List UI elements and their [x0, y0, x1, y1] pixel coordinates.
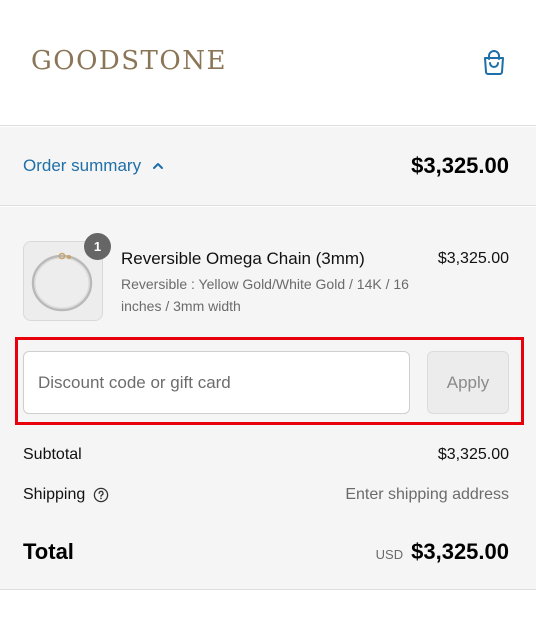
summary-total-price: $3,325.00 [411, 153, 509, 178]
product-name: Reversible Omega Chain (3mm) [121, 249, 365, 268]
total-amount: USD $3,325.00 [376, 535, 509, 569]
shipping-value: Enter shipping address [345, 486, 509, 503]
shipping-label-row: Shipping [23, 483, 109, 507]
order-summary-panel: 1 Reversible Omega Chain (3mm) Reversibl… [0, 207, 536, 590]
order-summary-toggle[interactable]: Order summary [23, 154, 165, 178]
question-circle-icon[interactable] [93, 487, 109, 503]
store-logo[interactable]: GOODSTONE [31, 44, 227, 78]
subtotal-value: $3,325.00 [437, 446, 509, 463]
cart-button[interactable] [480, 48, 508, 76]
apply-discount-button[interactable]: Apply [427, 351, 509, 414]
quantity-badge: 1 [84, 233, 111, 260]
currency-code: USD [375, 547, 404, 562]
order-summary-bar: Order summary $3,325.00 [0, 127, 536, 206]
chevron-up-icon [153, 163, 164, 169]
product-price: $3,325.00 [437, 250, 509, 267]
total-value: $3,325.00 [411, 539, 509, 564]
total-label: Total [23, 539, 74, 564]
checkout-header: GOODSTONE [0, 0, 536, 126]
discount-code-input[interactable] [23, 351, 410, 414]
order-summary-toggle-label: Order summary [23, 156, 142, 175]
shopping-bag-icon [484, 50, 504, 75]
product-variant: Reversible : Yellow Gold/White Gold / 14… [121, 276, 409, 314]
subtotal-label: Subtotal [23, 446, 82, 463]
shipping-label: Shipping [23, 486, 86, 503]
